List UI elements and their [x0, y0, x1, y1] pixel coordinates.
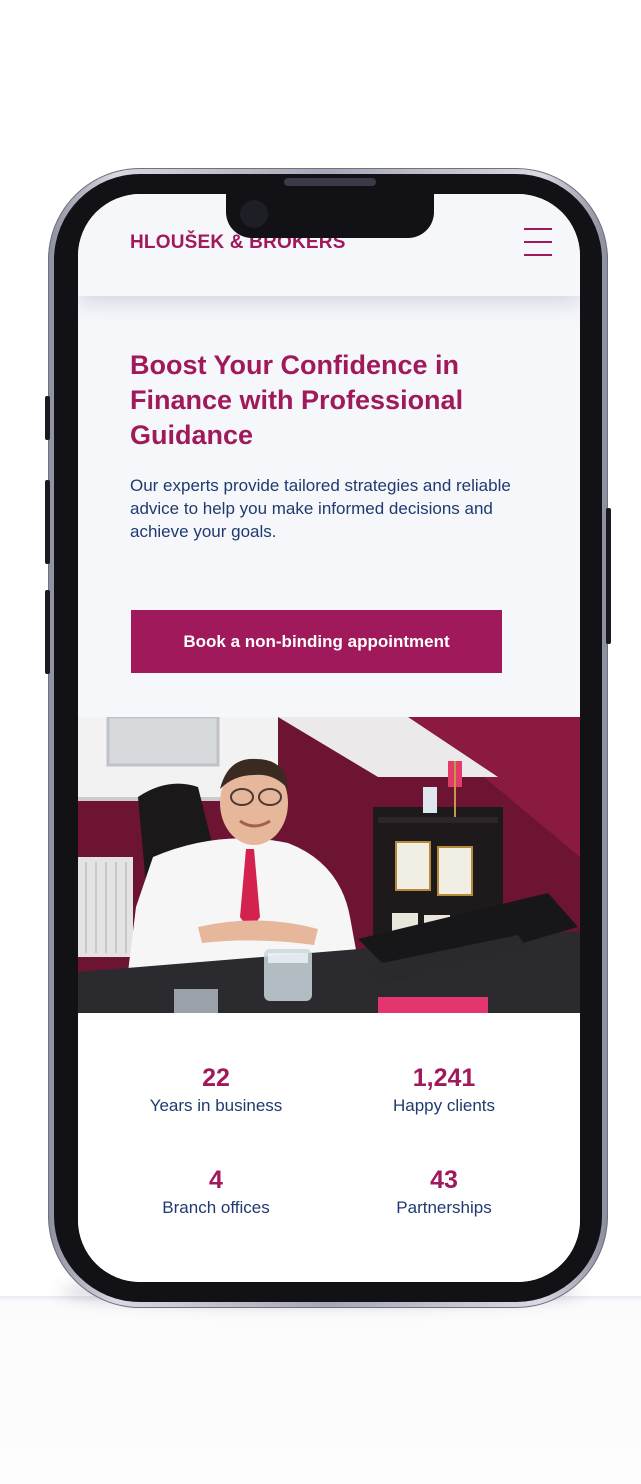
stat-value: 4 — [209, 1166, 223, 1194]
stat-label: Partnerships — [396, 1198, 492, 1217]
earpiece-speaker — [284, 178, 376, 186]
stat-years: 22 Years in business — [116, 1063, 316, 1117]
stat-value: 43 — [430, 1166, 458, 1194]
advisor-photo — [78, 717, 580, 1013]
stat-label: Years in business — [149, 1096, 283, 1115]
power-button — [606, 508, 611, 644]
mute-switch — [45, 396, 50, 440]
stat-value: 1,241 — [412, 1064, 476, 1092]
stats-section: 22 Years in business 1,241 Happy clients… — [78, 1013, 580, 1282]
stat-branches: 4 Branch offices — [116, 1165, 316, 1219]
stat-label: Branch offices — [162, 1198, 270, 1217]
hamburger-icon[interactable] — [524, 228, 552, 258]
volume-up-button — [45, 480, 50, 564]
camera-icon — [240, 200, 268, 228]
stat-label: Happy clients — [392, 1096, 496, 1115]
stat-clients: 1,241 Happy clients — [344, 1063, 544, 1117]
phone-notch — [226, 194, 434, 238]
stat-partnerships: 43 Partnerships — [344, 1165, 544, 1219]
mockup-stage: HLOUŠEK & BROKERS Boost Your Confidence … — [0, 0, 641, 1484]
phone-screen: HLOUŠEK & BROKERS Boost Your Confidence … — [78, 194, 580, 1282]
volume-down-button — [45, 590, 50, 674]
stat-value: 22 — [202, 1064, 230, 1092]
floor-surface — [0, 1296, 641, 1484]
hero-description: Our experts provide tailored strategies … — [130, 476, 511, 541]
hero-heading: Boost Your Confidence in Finance with Pr… — [130, 350, 464, 450]
book-appointment-button[interactable]: Book a non-binding appointment — [131, 610, 502, 673]
